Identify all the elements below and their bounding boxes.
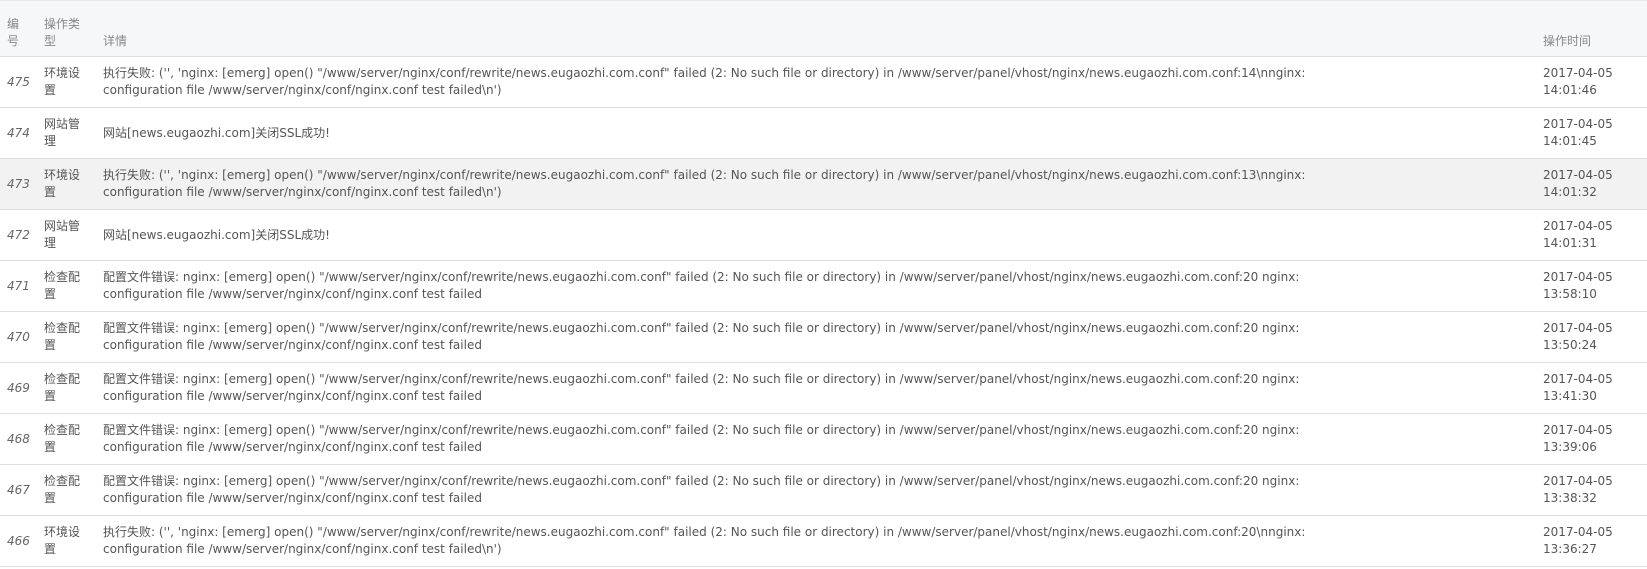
log-id: 474 xyxy=(0,107,44,159)
log-time: 2017-04-05 13:39:06 xyxy=(1543,423,1613,454)
log-detail: 执行失败: ('', 'nginx: [emerg] open() "/www/… xyxy=(103,168,1306,199)
log-id: 471 xyxy=(0,260,44,312)
log-time-cell: 2017-04-05 14:01:46 xyxy=(1543,56,1647,108)
log-detail: 配置文件错误: nginx: [emerg] open() "/www/serv… xyxy=(103,321,1300,352)
log-id: 475 xyxy=(0,56,44,108)
log-detail-cell: 配置文件错误: nginx: [emerg] open() "/www/serv… xyxy=(103,464,1543,516)
log-id: 473 xyxy=(0,158,44,210)
log-detail-cell: 执行失败: ('', 'nginx: [emerg] open() "/www/… xyxy=(103,56,1543,108)
column-header-time: 操作时间 xyxy=(1543,0,1647,57)
table-body: 475 环境设置 执行失败: ('', 'nginx: [emerg] open()… xyxy=(0,56,1647,567)
log-time-cell: 2017-04-05 13:58:10 xyxy=(1543,260,1647,312)
log-time-cell: 2017-04-05 14:01:31 xyxy=(1543,209,1647,261)
table-row: 475 环境设置 执行失败: ('', 'nginx: [emerg] open()… xyxy=(0,56,1647,108)
log-detail: 执行失败: ('', 'nginx: [emerg] open() "/www/… xyxy=(103,66,1306,97)
log-time-cell: 2017-04-05 13:36:27 xyxy=(1543,515,1647,567)
log-type-cell: 环境设置 xyxy=(44,515,103,567)
log-time: 2017-04-05 13:36:27 xyxy=(1543,525,1613,556)
log-id: 468 xyxy=(0,413,44,465)
log-detail: 执行失败: ('', 'nginx: [emerg] open() "/www/… xyxy=(103,525,1306,556)
log-type-cell: 检查配置 xyxy=(44,413,103,465)
log-time-cell: 2017-04-05 13:50:24 xyxy=(1543,311,1647,363)
log-type: 检查配置 xyxy=(44,474,81,505)
log-id: 472 xyxy=(0,209,44,261)
log-detail: 网站[news.eugaozhi.com]关闭SSL成功! xyxy=(103,227,330,242)
log-detail: 配置文件错误: nginx: [emerg] open() "/www/serv… xyxy=(103,423,1300,454)
log-type-cell: 检查配置 xyxy=(44,362,103,414)
log-detail-cell: 配置文件错误: nginx: [emerg] open() "/www/serv… xyxy=(103,260,1543,312)
log-time: 2017-04-05 14:01:46 xyxy=(1543,66,1613,97)
log-detail-cell: 配置文件错误: nginx: [emerg] open() "/www/serv… xyxy=(103,311,1543,363)
log-id: 470 xyxy=(0,311,44,363)
operation-log-table: 编号 操作类型 详情 操作时间 475 环境设置 执行失败: ('', 'nginx… xyxy=(0,0,1647,567)
log-detail: 配置文件错误: nginx: [emerg] open() "/www/serv… xyxy=(103,372,1300,403)
log-type-cell: 环境设置 xyxy=(44,158,103,210)
table-row: 471 检查配置 配置文件错误: nginx: [emerg] open() "/w… xyxy=(0,260,1647,312)
log-time: 2017-04-05 14:01:31 xyxy=(1543,219,1613,250)
log-detail-cell: 配置文件错误: nginx: [emerg] open() "/www/serv… xyxy=(103,362,1543,414)
log-time: 2017-04-05 14:01:32 xyxy=(1543,168,1613,199)
log-type: 检查配置 xyxy=(44,270,81,301)
log-type: 环境设置 xyxy=(44,525,81,556)
table-row: 473 环境设置 执行失败: ('', 'nginx: [emerg] open()… xyxy=(0,158,1647,210)
log-time: 2017-04-05 13:58:10 xyxy=(1543,270,1613,301)
log-type: 检查配置 xyxy=(44,423,81,454)
log-id: 467 xyxy=(0,464,44,516)
log-type: 网站管理 xyxy=(44,117,81,148)
log-type-cell: 检查配置 xyxy=(44,260,103,312)
table-row: 474 网站管理 网站[news.eugaozhi.com]关闭SSL成功! 2017… xyxy=(0,107,1647,159)
log-detail-cell: 网站[news.eugaozhi.com]关闭SSL成功! xyxy=(103,107,1543,159)
column-header-detail: 详情 xyxy=(103,0,1543,57)
log-type-cell: 网站管理 xyxy=(44,209,103,261)
table-header-row: 编号 操作类型 详情 操作时间 xyxy=(0,0,1647,57)
log-time: 2017-04-05 14:01:45 xyxy=(1543,117,1613,148)
table-row: 470 检查配置 配置文件错误: nginx: [emerg] open() "/w… xyxy=(0,311,1647,363)
log-id: 469 xyxy=(0,362,44,414)
table-row: 467 检查配置 配置文件错误: nginx: [emerg] open() "/w… xyxy=(0,464,1647,516)
log-time-cell: 2017-04-05 13:38:32 xyxy=(1543,464,1647,516)
log-type-cell: 检查配置 xyxy=(44,311,103,363)
table-row: 472 网站管理 网站[news.eugaozhi.com]关闭SSL成功! 2017… xyxy=(0,209,1647,261)
log-time: 2017-04-05 13:38:32 xyxy=(1543,474,1613,505)
log-detail-cell: 执行失败: ('', 'nginx: [emerg] open() "/www/… xyxy=(103,158,1543,210)
log-detail: 网站[news.eugaozhi.com]关闭SSL成功! xyxy=(103,125,330,140)
log-id: 466 xyxy=(0,515,44,567)
log-detail: 配置文件错误: nginx: [emerg] open() "/www/serv… xyxy=(103,474,1300,505)
table-row: 468 检查配置 配置文件错误: nginx: [emerg] open() "/w… xyxy=(0,413,1647,465)
log-detail-cell: 配置文件错误: nginx: [emerg] open() "/www/serv… xyxy=(103,413,1543,465)
log-type: 检查配置 xyxy=(44,372,81,403)
log-type: 环境设置 xyxy=(44,168,81,199)
column-header-id: 编号 xyxy=(0,0,44,57)
log-type-cell: 检查配置 xyxy=(44,464,103,516)
log-type: 网站管理 xyxy=(44,219,81,250)
log-time-cell: 2017-04-05 14:01:32 xyxy=(1543,158,1647,210)
log-type: 环境设置 xyxy=(44,66,81,97)
table-row: 469 检查配置 配置文件错误: nginx: [emerg] open() "/w… xyxy=(0,362,1647,414)
log-time-cell: 2017-04-05 14:01:45 xyxy=(1543,107,1647,159)
log-time-cell: 2017-04-05 13:39:06 xyxy=(1543,413,1647,465)
log-type-cell: 网站管理 xyxy=(44,107,103,159)
column-header-type: 操作类型 xyxy=(44,0,103,57)
log-detail-cell: 网站[news.eugaozhi.com]关闭SSL成功! xyxy=(103,209,1543,261)
log-type: 检查配置 xyxy=(44,321,81,352)
table-row: 466 环境设置 执行失败: ('', 'nginx: [emerg] open()… xyxy=(0,515,1647,567)
table-header: 编号 操作类型 详情 操作时间 xyxy=(0,0,1647,57)
log-time: 2017-04-05 13:50:24 xyxy=(1543,321,1613,352)
log-detail-cell: 执行失败: ('', 'nginx: [emerg] open() "/www/… xyxy=(103,515,1543,567)
log-time: 2017-04-05 13:41:30 xyxy=(1543,372,1613,403)
log-type-cell: 环境设置 xyxy=(44,56,103,108)
log-detail: 配置文件错误: nginx: [emerg] open() "/www/serv… xyxy=(103,270,1300,301)
log-time-cell: 2017-04-05 13:41:30 xyxy=(1543,362,1647,414)
